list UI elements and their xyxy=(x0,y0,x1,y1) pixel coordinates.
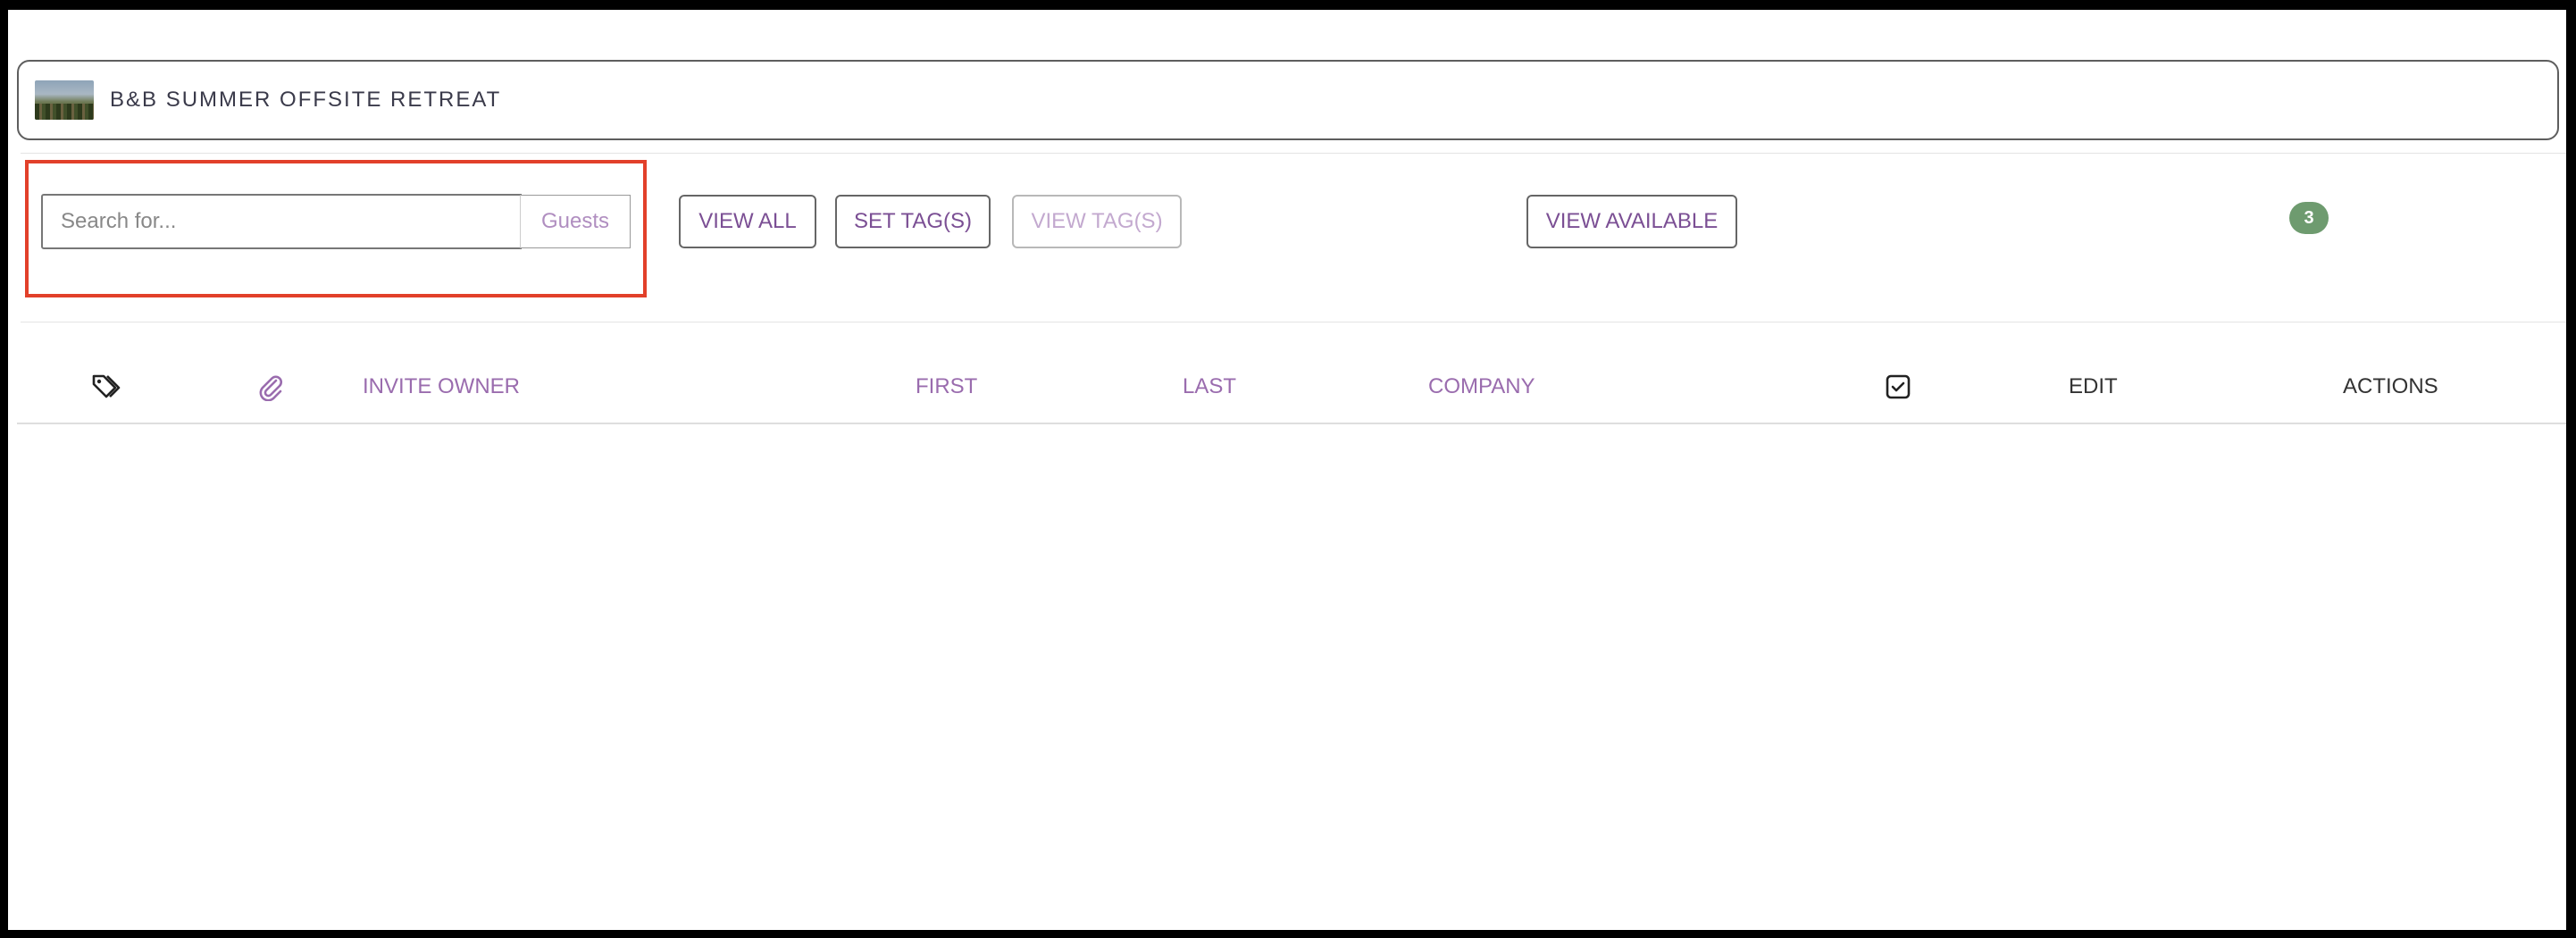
set-tags-button[interactable]: SET TAG(S) xyxy=(835,195,991,248)
column-edit: EDIT xyxy=(2069,374,2118,398)
column-invite-owner[interactable]: INVITE OWNER xyxy=(363,349,520,424)
table-header-row: INVITE OWNER FIRST LAST COMPANY EDIT ACT… xyxy=(17,349,2566,424)
column-actions: ACTIONS xyxy=(2343,374,2438,398)
view-tags-button[interactable]: VIEW TAG(S) xyxy=(1012,195,1182,248)
search-scope-guests-button[interactable]: Guests xyxy=(520,195,631,248)
column-first[interactable]: FIRST xyxy=(916,349,977,424)
search-input[interactable] xyxy=(41,194,522,249)
checkbox-checked-icon[interactable] xyxy=(1886,349,1911,424)
event-header[interactable]: B&B SUMMER OFFSITE RETREAT xyxy=(17,60,2559,140)
event-title: B&B SUMMER OFFSITE RETREAT xyxy=(110,88,502,112)
view-all-button[interactable]: VIEW ALL xyxy=(679,195,816,248)
event-thumbnail xyxy=(35,80,94,120)
paperclip-icon[interactable] xyxy=(258,349,283,424)
tag-icon[interactable] xyxy=(91,349,121,424)
app-frame: B&B SUMMER OFFSITE RETREAT Guests VIEW A… xyxy=(8,10,2566,930)
column-last[interactable]: LAST xyxy=(1183,349,1236,424)
view-available-button[interactable]: VIEW AVAILABLE xyxy=(1526,195,1737,248)
column-company[interactable]: COMPANY xyxy=(1428,349,1535,424)
count-badge: 3 xyxy=(2289,202,2329,234)
